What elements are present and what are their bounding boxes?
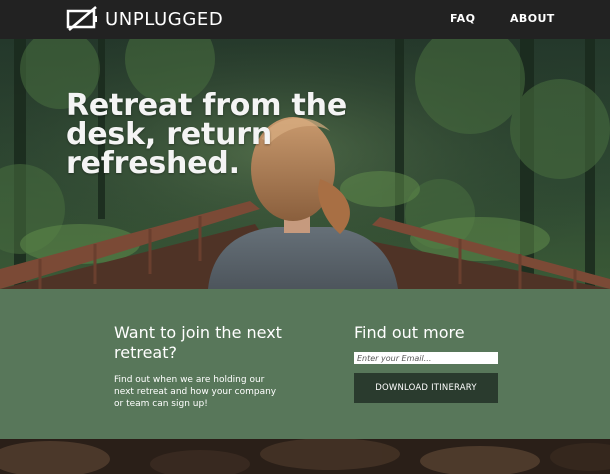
- hero-title: Retreat from the desk, return refreshed.: [66, 88, 366, 181]
- top-nav: UNPLUGGED FAQ ABOUT: [0, 0, 610, 39]
- hero-section: Retreat from the desk, return refreshed.: [0, 39, 610, 289]
- join-retreat-heading: Want to join the next retreat?: [114, 323, 282, 362]
- find-out-more-column: Find out more DOWNLOAD ITINERARY: [354, 323, 504, 403]
- join-retreat-description: Find out when we are holding our next re…: [114, 375, 277, 409]
- bottom-image-strip: [0, 439, 610, 474]
- join-retreat-column: Want to join the next retreat? Find out …: [114, 323, 284, 410]
- hero-title-line: Retreat from the: [66, 88, 347, 123]
- hero-title-line: desk, return: [66, 117, 273, 152]
- unplugged-battery-icon: [66, 6, 97, 31]
- email-input[interactable]: [354, 352, 498, 364]
- signup-band: Want to join the next retreat? Find out …: [0, 289, 610, 439]
- brand-name: UNPLUGGED: [105, 8, 224, 30]
- nav-link-faq[interactable]: FAQ: [450, 12, 475, 25]
- find-out-more-heading: Find out more: [354, 323, 465, 342]
- brand-logo-link[interactable]: UNPLUGGED: [66, 6, 223, 32]
- nav-link-about[interactable]: ABOUT: [510, 12, 555, 25]
- bottom-photo: [0, 439, 610, 474]
- hero-title-line: refreshed.: [66, 146, 240, 181]
- download-itinerary-button[interactable]: DOWNLOAD ITINERARY: [354, 373, 498, 403]
